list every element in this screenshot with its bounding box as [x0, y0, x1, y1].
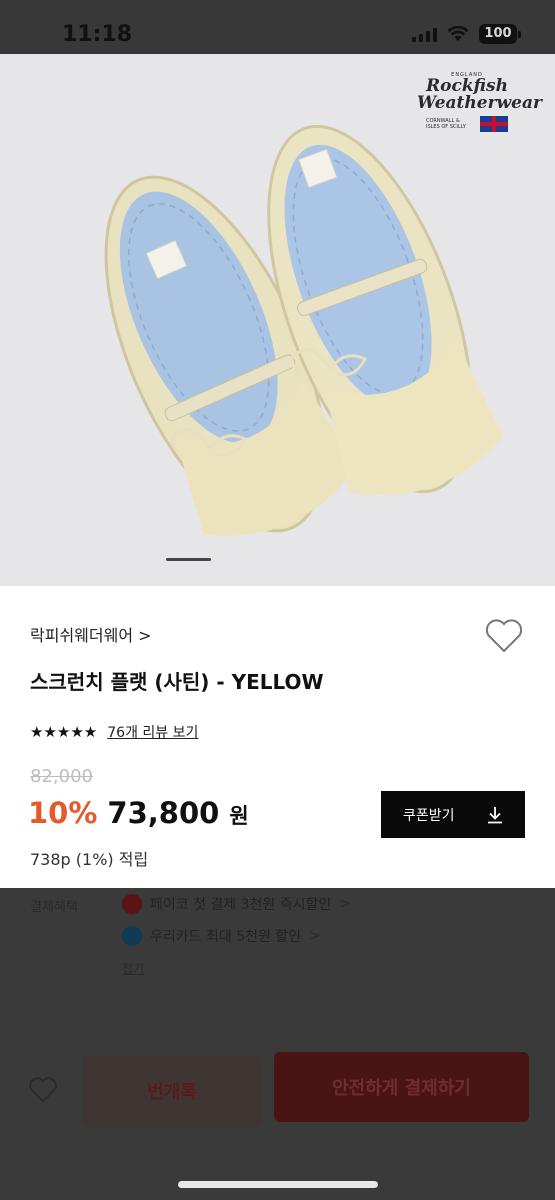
payment-benefit-label: 결제혜택 [30, 900, 78, 915]
coupon-button[interactable]: 쿠폰받기 [381, 791, 525, 838]
product-info-panel: 락피쉬웨더웨어 > 스크런치 플랫 (사틴) - YELLOW ★★★★★ 76… [0, 586, 555, 888]
shoe-photo [104, 124, 504, 536]
review-link[interactable]: 76개 리뷰 보기 [107, 722, 198, 742]
benefit-item-payco[interactable]: 페이코 첫 결제 3천원 즉시할인 > [122, 894, 351, 914]
product-image-carousel[interactable]: ENGLAND Rockfish Weatherwear CORNWALL & … [0, 54, 555, 586]
brand-logo: ENGLAND Rockfish Weatherwear CORNWALL & … [417, 72, 542, 132]
star-rating-icon: ★★★★★ [30, 723, 98, 741]
brand-name: 락피쉬웨더웨어 [30, 626, 134, 645]
chevron-right-icon: > [339, 896, 352, 912]
benefit-item-woori[interactable]: 우리카드 최대 5천원 할인 > [122, 926, 321, 946]
price-row: 10% 73,800 원 [28, 796, 249, 830]
chat-button[interactable]: 번개톡 [82, 1056, 262, 1126]
status-time: 11:18 [62, 22, 133, 47]
uk-flag-icon [480, 116, 508, 132]
brand-link[interactable]: 락피쉬웨더웨어 > [30, 622, 152, 646]
heart-icon [485, 619, 523, 653]
currency-unit: 원 [229, 804, 249, 828]
payco-icon [122, 894, 142, 914]
coupon-label: 쿠폰받기 [403, 807, 455, 824]
status-bar: 11:18 100 [0, 0, 555, 54]
rating-row: ★★★★★ 76개 리뷰 보기 [30, 722, 198, 742]
status-icons: 100 [412, 24, 521, 44]
chevron-right-icon: > [309, 928, 321, 944]
logo-line2: Weatherwear [417, 93, 542, 113]
bottom-favorite-button[interactable] [28, 1076, 58, 1108]
fold-link[interactable]: 접기 [122, 960, 144, 977]
wifi-icon [447, 26, 469, 41]
chevron-right-icon: > [138, 626, 152, 645]
woori-card-icon [122, 926, 142, 946]
download-icon [488, 806, 502, 823]
favorite-button[interactable] [484, 618, 524, 658]
original-price: 82,000 [30, 766, 93, 787]
sale-price: 73,800 [107, 796, 220, 830]
safe-pay-button[interactable]: 안전하게 결제하기 [274, 1052, 529, 1122]
signal-icon [412, 26, 437, 42]
battery-icon: 100 [479, 24, 521, 44]
discount-rate: 10% [28, 796, 98, 830]
benefit-text: 페이코 첫 결제 3천원 즉시할인 [150, 897, 332, 913]
benefit-text: 우리카드 최대 5천원 할인 [150, 929, 302, 945]
product-title: 스크런치 플랫 (사틴) - YELLOW [30, 670, 324, 694]
logo-subtext: CORNWALL & ISLES OF SCILLY [426, 118, 466, 130]
carousel-page-indicator [166, 558, 211, 561]
home-indicator[interactable] [178, 1181, 378, 1188]
heart-icon [29, 1077, 57, 1103]
dimmed-overlay-area: 결제혜택 페이코 첫 결제 3천원 즉시할인 > 우리카드 최대 5천원 할인 … [0, 888, 555, 1200]
points-text: 738p (1%) 적립 [30, 850, 149, 869]
